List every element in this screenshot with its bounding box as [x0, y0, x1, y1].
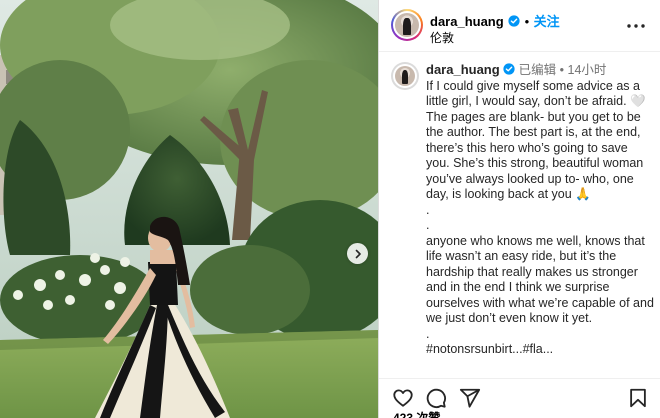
- author-avatar[interactable]: [391, 9, 423, 41]
- caption-header: dara_huang 已编辑 • 14小时: [426, 62, 654, 79]
- caption-avatar[interactable]: [391, 62, 419, 90]
- avatar-image: [395, 13, 419, 37]
- like-button[interactable]: [392, 387, 414, 409]
- photo-scene: [0, 0, 378, 418]
- save-button[interactable]: [627, 387, 649, 409]
- comment-button[interactable]: [425, 387, 447, 409]
- bookmark-icon: [630, 388, 646, 408]
- post-caption: dara_huang 已编辑 • 14小时 If I could give my…: [379, 58, 660, 370]
- next-photo-button[interactable]: [347, 243, 368, 264]
- more-options-button[interactable]: [625, 15, 647, 37]
- header-separator: •: [524, 14, 530, 29]
- edited-label: 已编辑: [518, 63, 557, 77]
- heart-icon: [393, 389, 413, 407]
- caption-avatar-image: [395, 66, 415, 86]
- verified-badge-icon: [508, 15, 520, 27]
- comment-icon: [426, 388, 446, 409]
- author-username[interactable]: dara_huang: [430, 14, 504, 29]
- chevron-right-icon: [355, 249, 361, 258]
- post-header: dara_huang • 关注 伦敦: [379, 0, 660, 52]
- post-time: 14小时: [567, 63, 607, 77]
- share-icon: [459, 388, 481, 408]
- more-options-icon: [627, 24, 645, 28]
- caption-username[interactable]: dara_huang: [426, 62, 500, 77]
- caption-text-block: dara_huang 已编辑 • 14小时 If I could give my…: [426, 62, 654, 358]
- share-button[interactable]: [459, 387, 481, 409]
- post-location[interactable]: 伦敦: [430, 29, 454, 46]
- follow-button[interactable]: 关注: [534, 14, 560, 29]
- post-photo[interactable]: [0, 0, 378, 418]
- verified-badge-icon: [503, 63, 515, 75]
- post-detail-panel: dara_huang • 关注 伦敦 dara_huang 已编辑 • 14小时…: [378, 0, 660, 418]
- author-line: dara_huang • 关注: [430, 11, 560, 31]
- likes-count[interactable]: 423 次赞: [393, 409, 440, 418]
- caption-body: If I could give myself some advice as a …: [426, 78, 654, 357]
- meta-separator: •: [559, 63, 565, 77]
